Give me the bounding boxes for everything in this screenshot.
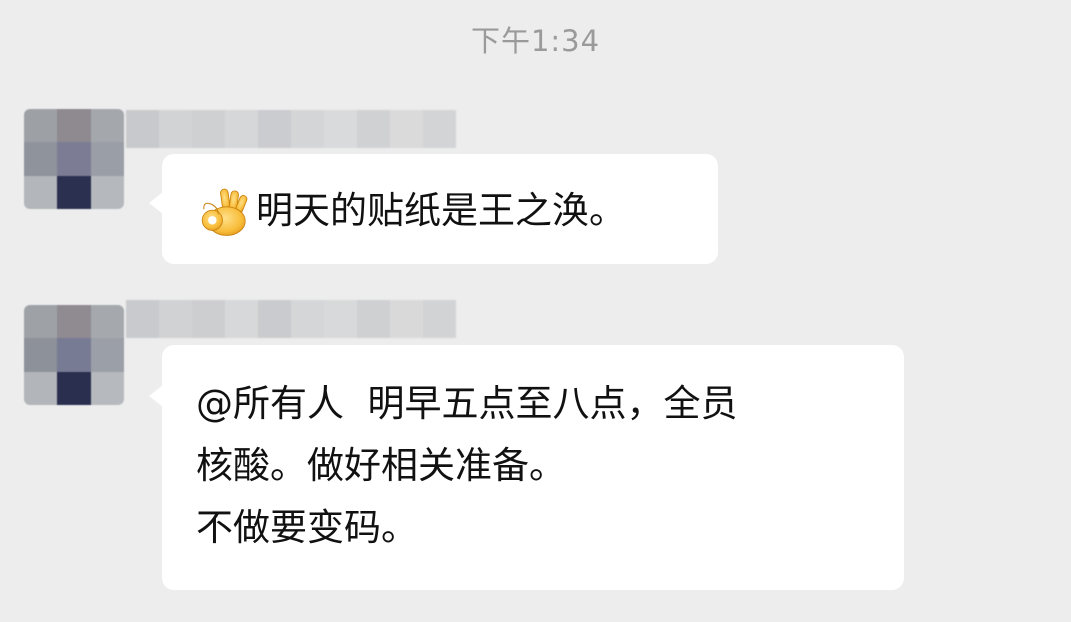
avatar[interactable]: [24, 109, 124, 209]
message-text: 明天的贴纸是王之涣。: [256, 189, 626, 232]
sender-name: [126, 110, 456, 148]
sender-name: [126, 300, 456, 338]
message-text-line: @所有人 明早五点至八点，全员: [196, 382, 738, 425]
message-text-line: 核酸。做好相关准备。: [196, 444, 566, 487]
ok-hand-icon: [201, 188, 248, 236]
bubble-tail: [149, 385, 163, 407]
message-bubble[interactable]: 明天的贴纸是王之涣。: [149, 154, 718, 264]
message-timestamp: 下午1:34: [470, 24, 601, 58]
message-text-line: 不做要变码。: [196, 506, 418, 549]
avatar[interactable]: [24, 305, 124, 405]
message-bubble[interactable]: @所有人 明早五点至八点，全员 核酸。做好相关准备。 不做要变码。: [149, 345, 904, 590]
bubble-tail: [149, 192, 163, 214]
